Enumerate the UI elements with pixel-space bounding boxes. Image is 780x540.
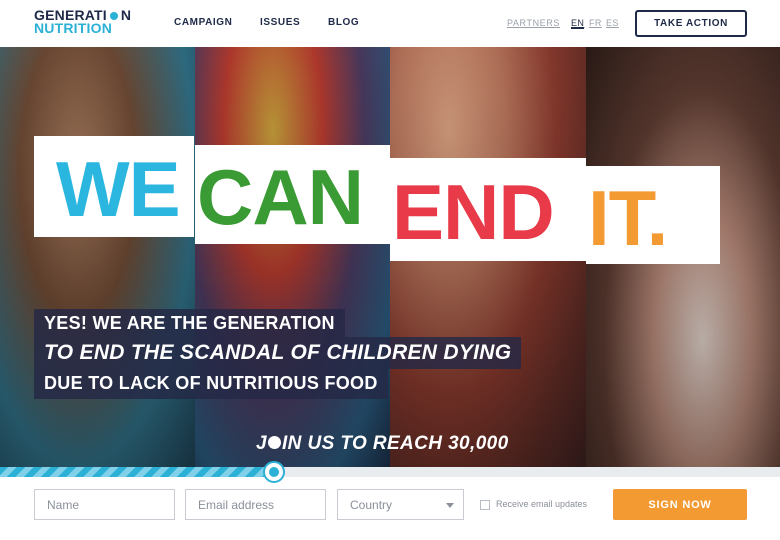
progress-fill bbox=[0, 467, 266, 477]
country-select-label: Country bbox=[350, 498, 393, 512]
site-logo[interactable]: GENERATI N NUTRITION bbox=[34, 7, 132, 36]
headline-word-can: CAN bbox=[197, 153, 364, 241]
email-updates-checkbox[interactable] bbox=[480, 500, 490, 510]
join-goal-text: J IN US TO REACH 30,000 bbox=[256, 433, 509, 455]
logo-dot-icon bbox=[109, 11, 118, 20]
tagline-line-1: YES! WE ARE THE GENERATION bbox=[34, 309, 345, 337]
sign-now-button[interactable]: SIGN NOW bbox=[613, 489, 747, 520]
signature-progress-bar bbox=[0, 467, 780, 477]
logo-text-generation-end: N bbox=[120, 7, 132, 23]
nav-campaign[interactable]: CAMPAIGN bbox=[174, 17, 233, 28]
headline-word-it: IT. bbox=[588, 174, 668, 262]
chevron-down-icon bbox=[446, 503, 454, 508]
name-input[interactable] bbox=[34, 489, 175, 520]
join-text-a: J bbox=[256, 433, 267, 454]
tagline-line-3: DUE TO LACK OF NUTRITIOUS FOOD bbox=[34, 369, 388, 399]
country-select[interactable]: Country bbox=[337, 489, 464, 520]
lang-fr[interactable]: FR bbox=[589, 18, 602, 28]
email-updates-label: Receive email updates bbox=[496, 499, 588, 509]
tagline-line-2: TO END THE SCANDAL OF CHILDREN DYING bbox=[34, 337, 522, 369]
lang-en[interactable]: EN bbox=[571, 18, 585, 29]
progress-knob bbox=[263, 461, 285, 483]
email-input[interactable] bbox=[185, 489, 326, 520]
headline-word-we: WE bbox=[56, 145, 181, 233]
site-header: GENERATI N NUTRITION CAMPAIGN ISSUES BLOG… bbox=[0, 0, 780, 47]
join-dot-icon bbox=[267, 435, 281, 449]
take-action-button[interactable]: TAKE ACTION bbox=[635, 10, 747, 37]
lang-es[interactable]: ES bbox=[606, 18, 619, 28]
nav-issues[interactable]: ISSUES bbox=[260, 17, 300, 28]
nav-blog[interactable]: BLOG bbox=[328, 17, 359, 28]
logo-text-nutrition: NUTRITION bbox=[34, 20, 113, 36]
partners-link[interactable]: PARTNERS bbox=[507, 18, 560, 28]
hero-banner: WE CAN END IT. YES! WE ARE THE GENERATIO… bbox=[0, 47, 780, 467]
join-text-b: IN US TO REACH 30,000 bbox=[281, 433, 509, 454]
headline-word-end: END bbox=[392, 168, 555, 256]
